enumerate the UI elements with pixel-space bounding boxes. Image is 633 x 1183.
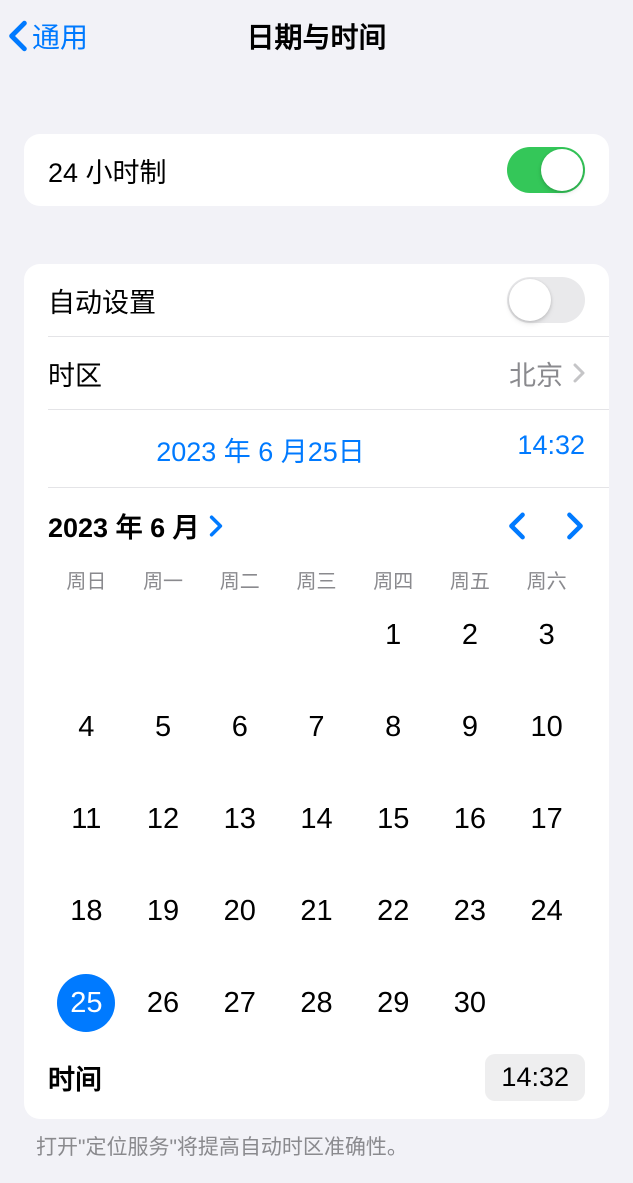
calendar-day[interactable]: 5 [125,700,202,754]
time-label: 时间 [48,1058,485,1097]
calendar-weekday: 周三 [278,565,355,594]
calendar: 2023 年 6 月 周日周一周二周三周四周五周六 12345678910111… [24,488,609,1119]
calendar-empty-cell [278,608,355,662]
timezone-value: 北京 [509,354,563,393]
calendar-day[interactable]: 26 [125,976,202,1030]
calendar-weekday: 周日 [48,565,125,594]
calendar-day[interactable]: 3 [508,608,585,662]
time-row: 时间 14:32 [48,1048,585,1103]
footer-note: 打开"定位服务"将提高自动时区准确性。 [0,1119,633,1161]
calendar-empty-cell [48,608,125,662]
calendar-month-label: 2023 年 6 月 [48,506,200,545]
calendar-day[interactable]: 20 [201,884,278,938]
calendar-day[interactable]: 12 [125,792,202,846]
calendar-day[interactable]: 25 [48,976,125,1030]
calendar-day[interactable]: 23 [432,884,509,938]
chevron-left-icon [8,20,28,52]
calendar-day[interactable]: 10 [508,700,585,754]
calendar-day[interactable]: 28 [278,976,355,1030]
time-picker-button[interactable]: 14:32 [485,1054,585,1101]
chevron-right-icon [573,363,585,383]
clock-24h-row: 24 小时制 [24,134,609,206]
page-title: 日期与时间 [0,16,633,56]
auto-set-row: 自动设置 [24,264,609,336]
timezone-label: 时区 [48,354,509,393]
calendar-month-button[interactable]: 2023 年 6 月 [48,506,224,545]
calendar-day[interactable]: 15 [355,792,432,846]
calendar-day[interactable]: 1 [355,608,432,662]
back-button[interactable]: 通用 [8,16,88,56]
calendar-day[interactable]: 19 [125,884,202,938]
timezone-row[interactable]: 时区 北京 [24,337,609,409]
toggle-knob [509,279,551,321]
calendar-day[interactable]: 14 [278,792,355,846]
calendar-day[interactable]: 22 [355,884,432,938]
calendar-day[interactable]: 30 [432,976,509,1030]
back-label: 通用 [32,16,88,56]
clock-24h-toggle[interactable] [507,147,585,193]
calendar-day[interactable]: 11 [48,792,125,846]
selected-date[interactable]: 2023 年 6 月25日 [48,430,473,469]
calendar-weekday: 周二 [201,565,278,594]
calendar-day[interactable]: 13 [201,792,278,846]
calendar-day[interactable]: 9 [432,700,509,754]
calendar-weekday: 周五 [432,565,509,594]
chevron-right-icon [208,515,224,537]
calendar-weekday: 周六 [508,565,585,594]
toggle-knob [541,149,583,191]
calendar-day[interactable]: 27 [201,976,278,1030]
calendar-weekday: 周一 [125,565,202,594]
calendar-next-button[interactable] [565,512,585,540]
calendar-day[interactable]: 2 [432,608,509,662]
calendar-day[interactable]: 16 [432,792,509,846]
calendar-day[interactable]: 8 [355,700,432,754]
calendar-day[interactable]: 18 [48,884,125,938]
clock-24h-label: 24 小时制 [48,151,507,190]
calendar-weekday: 周四 [355,565,432,594]
selected-time[interactable]: 14:32 [473,430,585,469]
auto-set-label: 自动设置 [48,281,507,320]
calendar-day[interactable]: 4 [48,700,125,754]
calendar-prev-button[interactable] [507,512,527,540]
calendar-day[interactable]: 6 [201,700,278,754]
calendar-empty-cell [125,608,202,662]
calendar-day[interactable]: 17 [508,792,585,846]
calendar-day[interactable]: 29 [355,976,432,1030]
calendar-empty-cell [201,608,278,662]
auto-set-toggle[interactable] [507,277,585,323]
calendar-day[interactable]: 7 [278,700,355,754]
calendar-day[interactable]: 21 [278,884,355,938]
calendar-day[interactable]: 24 [508,884,585,938]
selected-datetime-row: 2023 年 6 月25日 14:32 [24,410,609,487]
